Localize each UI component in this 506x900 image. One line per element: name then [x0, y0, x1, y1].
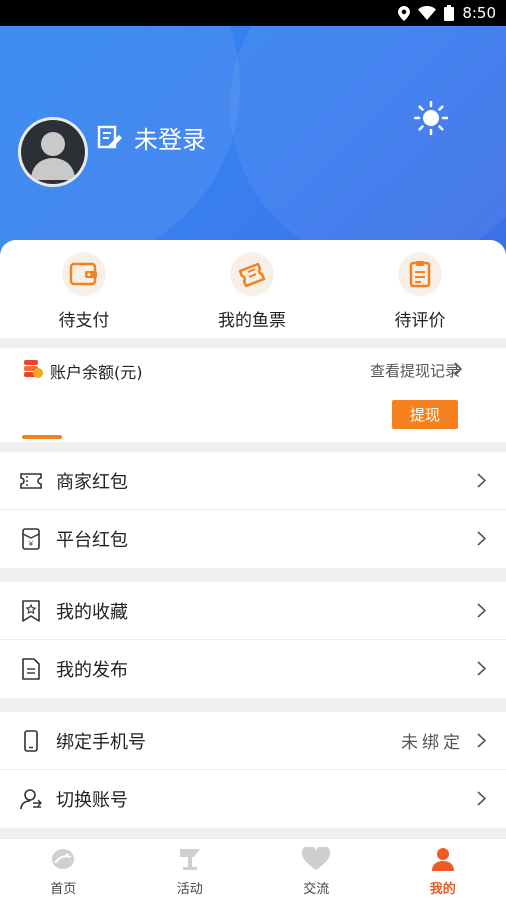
merchant-red-packet-item[interactable]: 商家红包 — [0, 452, 506, 510]
quick-actions-card: 待支付 我的鱼票 待评价 — [0, 240, 506, 338]
menu-label: 切换账号 — [56, 790, 128, 811]
quick-action-label: 我的鱼票 — [218, 311, 286, 331]
phone-icon — [20, 729, 42, 753]
chevron-right-icon — [454, 361, 463, 380]
coins-icon — [22, 358, 44, 384]
chevron-right-icon — [477, 733, 487, 752]
status-time: 8:50 — [462, 4, 496, 22]
menu-label: 我的发布 — [56, 660, 128, 681]
profile-header: 未登录 — [0, 26, 506, 266]
sun-icon[interactable] — [413, 100, 449, 139]
quick-action-label: 待评价 — [394, 311, 446, 331]
my-posts-item[interactable]: 我的发布 — [0, 640, 506, 698]
review-icon — [398, 252, 442, 296]
battery-icon — [444, 5, 455, 21]
menu-label: 绑定手机号 — [56, 731, 146, 753]
tab-mine[interactable]: 我的 — [380, 839, 506, 900]
chevron-right-icon — [477, 473, 487, 492]
tab-label: 活动 — [176, 882, 203, 897]
svg-text:¥: ¥ — [29, 540, 34, 548]
avatar[interactable] — [18, 117, 88, 187]
platform-red-packet-item[interactable]: ¥ 平台红包 — [0, 510, 506, 568]
bind-phone-item[interactable]: 绑定手机号 未绑定 — [0, 712, 506, 770]
bookmark-star-icon — [20, 599, 42, 623]
ticket-icon — [230, 252, 274, 296]
tab-home[interactable]: 首页 — [0, 839, 127, 900]
balance-title: 账户余额(元) — [22, 358, 143, 384]
menu-label: 我的收藏 — [56, 601, 128, 623]
balance-label: 账户余额(元) — [50, 363, 143, 382]
header-decoration — [230, 26, 506, 266]
menu-group-content: 我的收藏 我的发布 — [0, 582, 506, 698]
switch-account-item[interactable]: 切换账号 — [0, 770, 506, 828]
quick-action-label: 待支付 — [58, 311, 110, 331]
home-fish-icon — [49, 847, 77, 875]
location-icon — [398, 5, 411, 21]
tab-label: 交流 — [303, 882, 330, 897]
pending-payment-button[interactable]: 待支付 — [0, 240, 168, 338]
pending-review-button[interactable]: 待评价 — [336, 240, 504, 338]
withdraw-history-link[interactable]: 查看提现记录 — [370, 360, 460, 381]
tab-label: 我的 — [429, 882, 456, 897]
wifi-icon — [418, 6, 437, 20]
chevron-right-icon — [477, 531, 487, 550]
document-icon — [20, 657, 42, 681]
menu-group-redpackets: 商家红包 ¥ 平台红包 — [0, 452, 506, 568]
switch-user-icon — [20, 787, 42, 811]
chevron-right-icon — [477, 603, 487, 622]
tab-activity[interactable]: 活动 — [127, 839, 254, 900]
menu-label: 平台红包 — [56, 530, 128, 551]
tab-community[interactable]: 交流 — [253, 839, 380, 900]
coupon-icon — [20, 469, 42, 493]
bottom-tab-bar: 首页 活动 交流 我的 — [0, 838, 506, 900]
menu-group-account: 绑定手机号 未绑定 切换账号 — [0, 712, 506, 828]
chevron-right-icon — [477, 791, 487, 810]
login-status-label[interactable]: 未登录 — [134, 120, 206, 155]
wallet-icon — [62, 252, 106, 296]
heart-icon — [301, 845, 331, 875]
my-favorites-item[interactable]: 我的收藏 — [0, 582, 506, 640]
red-packet-icon: ¥ — [20, 527, 42, 551]
status-bar: 8:50 — [0, 0, 506, 26]
my-tickets-button[interactable]: 我的鱼票 — [168, 240, 336, 338]
phone-bind-status: 未绑定 — [401, 733, 464, 753]
chevron-right-icon — [477, 661, 487, 680]
default-user-icon — [31, 132, 75, 180]
activity-icon — [176, 847, 204, 875]
withdraw-button[interactable]: 提现 — [392, 400, 458, 429]
tab-label: 首页 — [50, 882, 77, 897]
balance-section: 账户余额(元) 查看提现记录 提现 — [0, 348, 506, 442]
balance-tab-indicator — [22, 435, 62, 439]
menu-label: 商家红包 — [56, 471, 128, 493]
user-icon — [429, 847, 457, 875]
edit-profile-icon[interactable] — [97, 124, 123, 154]
